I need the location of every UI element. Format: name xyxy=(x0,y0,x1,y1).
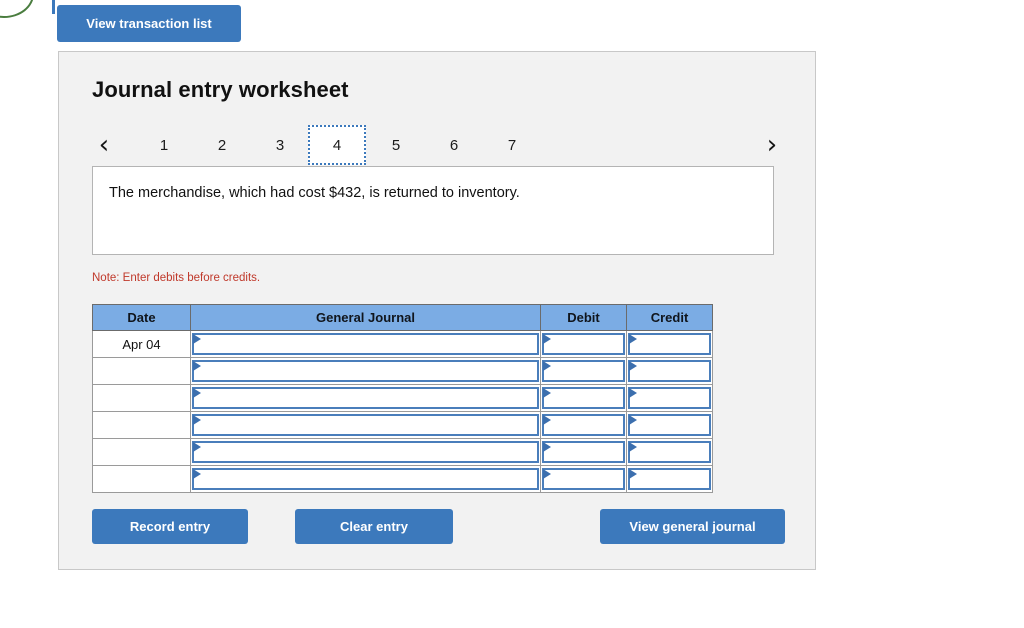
credit-input[interactable] xyxy=(628,387,711,409)
general-journal-input[interactable] xyxy=(192,414,539,436)
decorative-bar xyxy=(52,0,55,14)
table-row xyxy=(92,357,713,385)
debit-input-cell[interactable] xyxy=(540,411,627,439)
worksheet-pager: ‹ 1 2 3 4 5 6 7 › xyxy=(87,122,787,168)
date-cell[interactable] xyxy=(92,438,191,466)
debit-input-cell[interactable] xyxy=(540,465,627,493)
view-transaction-list-button[interactable]: View transaction list xyxy=(57,5,241,42)
debit-input-cell[interactable] xyxy=(540,384,627,412)
credit-input-cell[interactable] xyxy=(626,438,713,466)
credit-input[interactable] xyxy=(628,360,711,382)
general-journal-input-cell[interactable] xyxy=(190,411,541,439)
general-journal-input-cell[interactable] xyxy=(190,384,541,412)
pager-page-1[interactable]: 1 xyxy=(135,125,193,165)
journal-entry-table: Date General Journal Debit Credit Apr 04 xyxy=(92,304,713,493)
journal-entry-worksheet-panel: Journal entry worksheet ‹ 1 2 3 4 5 6 7 … xyxy=(58,51,816,570)
debit-input[interactable] xyxy=(542,360,625,382)
date-cell[interactable] xyxy=(92,357,191,385)
page-title: Journal entry worksheet xyxy=(92,77,349,102)
transaction-description-box: The merchandise, which had cost $432, is… xyxy=(92,166,774,255)
pager-page-3[interactable]: 3 xyxy=(251,125,309,165)
debit-input-cell[interactable] xyxy=(540,438,627,466)
column-header-debit: Debit xyxy=(540,304,627,331)
general-journal-input-cell[interactable] xyxy=(190,465,541,493)
chevron-left-icon[interactable]: ‹ xyxy=(87,122,121,168)
credit-input[interactable] xyxy=(628,333,711,355)
table-row xyxy=(92,465,713,493)
credit-input[interactable] xyxy=(628,468,711,490)
debit-input[interactable] xyxy=(542,468,625,490)
credit-input-cell[interactable] xyxy=(626,330,713,358)
general-journal-input[interactable] xyxy=(192,333,539,355)
debits-before-credits-note: Note: Enter debits before credits. xyxy=(92,272,261,284)
decorative-arc xyxy=(0,0,34,18)
credit-input[interactable] xyxy=(628,414,711,436)
column-header-date: Date xyxy=(92,304,191,331)
general-journal-input[interactable] xyxy=(192,387,539,409)
general-journal-input-cell[interactable] xyxy=(190,330,541,358)
date-cell[interactable] xyxy=(92,465,191,493)
debit-input[interactable] xyxy=(542,333,625,355)
view-general-journal-button[interactable]: View general journal xyxy=(600,509,785,544)
general-journal-input[interactable] xyxy=(192,360,539,382)
debit-input[interactable] xyxy=(542,387,625,409)
table-row xyxy=(92,438,713,466)
debit-input[interactable] xyxy=(542,441,625,463)
general-journal-input-cell[interactable] xyxy=(190,438,541,466)
pager-page-4[interactable]: 4 xyxy=(308,125,366,165)
pager-page-6[interactable]: 6 xyxy=(425,125,483,165)
general-journal-input[interactable] xyxy=(192,468,539,490)
general-journal-input-cell[interactable] xyxy=(190,357,541,385)
date-cell[interactable] xyxy=(92,411,191,439)
debit-input-cell[interactable] xyxy=(540,330,627,358)
table-row xyxy=(92,411,713,439)
date-cell[interactable]: Apr 04 xyxy=(92,330,191,358)
pager-page-2[interactable]: 2 xyxy=(193,125,251,165)
column-header-credit: Credit xyxy=(626,304,713,331)
column-header-general-journal: General Journal xyxy=(190,304,541,331)
pager-page-5[interactable]: 5 xyxy=(367,125,425,165)
credit-input[interactable] xyxy=(628,441,711,463)
clear-entry-button[interactable]: Clear entry xyxy=(295,509,453,544)
credit-input-cell[interactable] xyxy=(626,465,713,493)
pager-page-7[interactable]: 7 xyxy=(483,125,541,165)
table-row: Apr 04 xyxy=(92,330,713,358)
date-cell[interactable] xyxy=(92,384,191,412)
credit-input-cell[interactable] xyxy=(626,384,713,412)
chevron-right-icon[interactable]: › xyxy=(755,122,789,168)
general-journal-input[interactable] xyxy=(192,441,539,463)
table-header-row: Date General Journal Debit Credit xyxy=(92,304,713,331)
credit-input-cell[interactable] xyxy=(626,411,713,439)
debit-input-cell[interactable] xyxy=(540,357,627,385)
debit-input[interactable] xyxy=(542,414,625,436)
record-entry-button[interactable]: Record entry xyxy=(92,509,248,544)
table-row xyxy=(92,384,713,412)
transaction-description-text: The merchandise, which had cost $432, is… xyxy=(109,185,520,201)
credit-input-cell[interactable] xyxy=(626,357,713,385)
